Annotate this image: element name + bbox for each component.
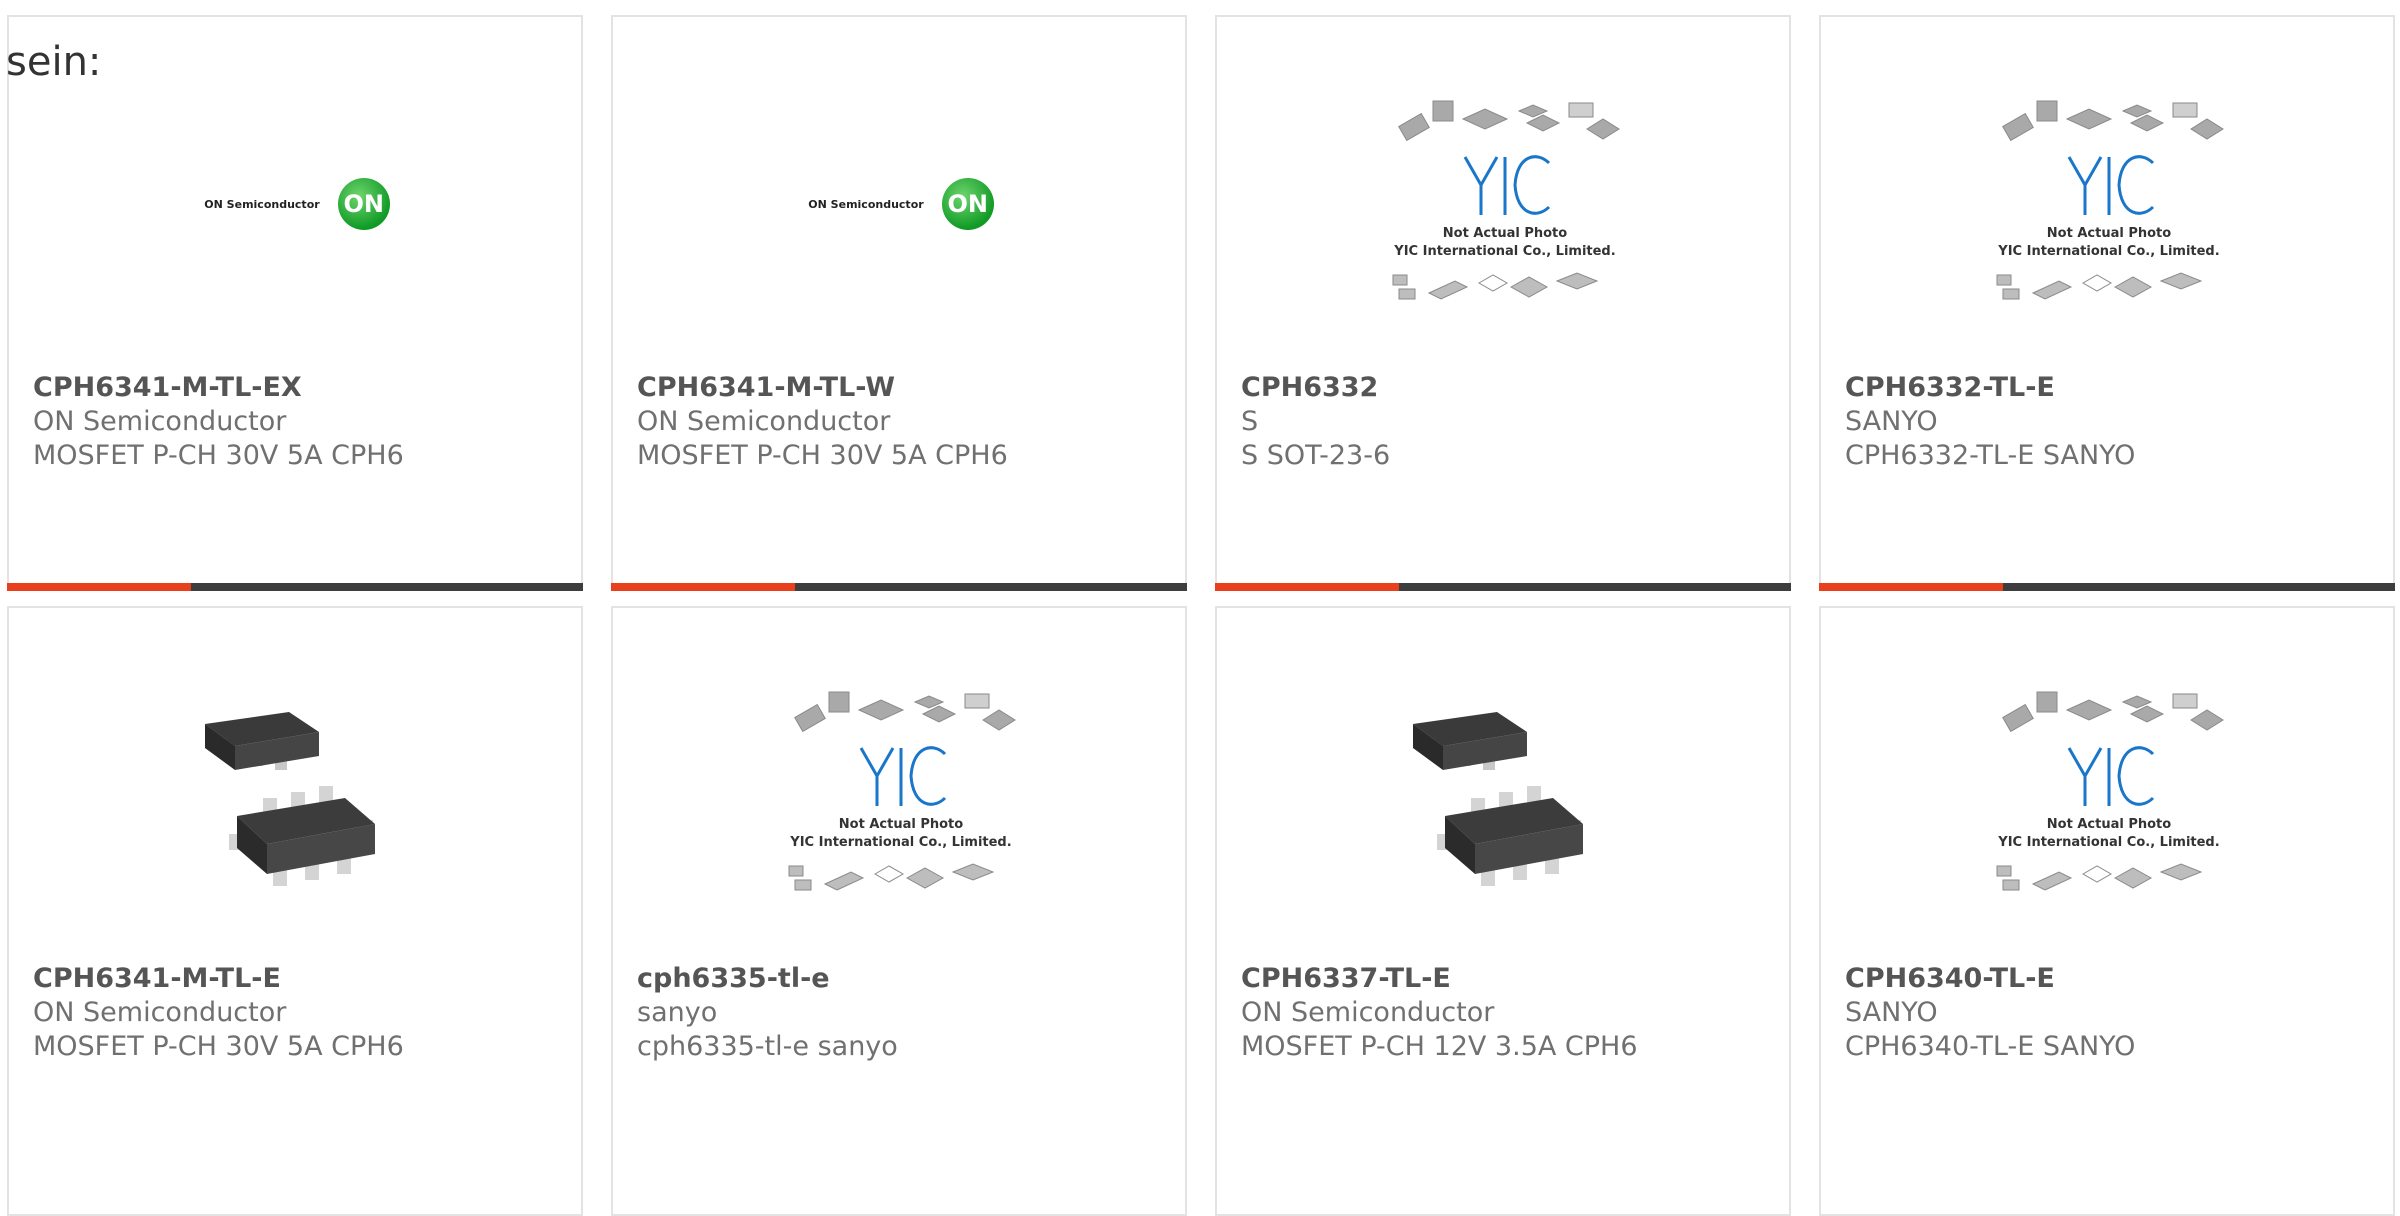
- product-description: S SOT-23-6: [1241, 440, 1391, 471]
- product-image[interactable]: ON Semiconductor ON: [773, 97, 1029, 311]
- card-progress-bar: [7, 583, 583, 591]
- product-card[interactable]: ON Semiconductor ON CPH6341-M-TL-W ON Se…: [611, 15, 1187, 591]
- product-part-number[interactable]: CPH6332-TL-E: [1845, 371, 2055, 405]
- product-part-number[interactable]: CPH6341-M-TL-E: [33, 962, 281, 996]
- product-image[interactable]: [169, 688, 425, 902]
- product-manufacturer: SANYO: [1845, 406, 1938, 437]
- product-description: MOSFET P-CH 30V 5A CPH6: [637, 440, 1008, 471]
- product-manufacturer: sanyo: [637, 997, 718, 1028]
- yic-placeholder-image: Not Actual Photo YIC International Co., …: [1392, 100, 1620, 300]
- product-image[interactable]: Not Actual Photo YIC International Co., …: [1981, 688, 2237, 902]
- product-image[interactable]: Not Actual Photo YIC International Co., …: [773, 688, 1029, 902]
- product-part-number[interactable]: CPH6341-M-TL-EX: [33, 371, 302, 405]
- product-card[interactable]: CPH6337-TL-E ON Semiconductor MOSFET P-C…: [1215, 606, 1791, 1216]
- card-progress-bar: [1215, 583, 1791, 591]
- product-card[interactable]: CPH6341-M-TL-E ON Semiconductor MOSFET P…: [7, 606, 583, 1216]
- product-card[interactable]: Not Actual Photo YIC International Co., …: [611, 606, 1187, 1216]
- photo-caption-line1: Not Actual Photo: [1443, 226, 1567, 241]
- product-manufacturer: ON Semiconductor: [1241, 997, 1495, 1028]
- yic-placeholder-image: Not Actual Photo YIC International Co., …: [788, 691, 1016, 891]
- product-manufacturer: ON Semiconductor: [33, 406, 287, 437]
- sot-chip-photo: [1413, 712, 1583, 886]
- product-part-number[interactable]: CPH6332: [1241, 371, 1378, 405]
- sot-chip-photo: [205, 712, 375, 886]
- yic-placeholder-image: Not Actual Photo YIC International Co., …: [1996, 691, 2224, 891]
- photo-caption-line2: YIC International Co., Limited.: [1997, 244, 2219, 259]
- product-part-number[interactable]: CPH6337-TL-E: [1241, 962, 1451, 996]
- product-image[interactable]: Not Actual Photo YIC International Co., …: [1377, 97, 1633, 311]
- product-manufacturer: ON Semiconductor: [637, 406, 891, 437]
- product-card[interactable]: ON Semiconductor ON CPH6341-M-TL-EX ON S…: [7, 15, 583, 591]
- product-part-number[interactable]: cph6335-tl-e: [637, 962, 830, 996]
- on-semiconductor-logo: ON Semiconductor ON: [773, 97, 1029, 311]
- product-description: cph6335-tl-e sanyo: [637, 1031, 898, 1062]
- photo-caption-line1: Not Actual Photo: [2047, 226, 2171, 241]
- product-manufacturer: ON Semiconductor: [33, 997, 287, 1028]
- card-progress-bar: [1819, 583, 2395, 591]
- photo-caption-line2: YIC International Co., Limited.: [1393, 244, 1615, 259]
- photo-caption-line1: Not Actual Photo: [2047, 817, 2171, 832]
- product-description: MOSFET P-CH 12V 3.5A CPH6: [1241, 1031, 1638, 1062]
- card-progress-bar: [611, 583, 1187, 591]
- product-description: CPH6340-TL-E SANYO: [1845, 1031, 2136, 1062]
- photo-caption-line2: YIC International Co., Limited.: [1997, 835, 2219, 850]
- product-manufacturer: SANYO: [1845, 997, 1938, 1028]
- photo-caption-line2: YIC International Co., Limited.: [789, 835, 1011, 850]
- product-manufacturer: S: [1241, 406, 1259, 437]
- intro-text: sein:: [6, 39, 102, 85]
- product-card[interactable]: Not Actual Photo YIC International Co., …: [1215, 15, 1791, 591]
- product-part-number[interactable]: CPH6340-TL-E: [1845, 962, 2055, 996]
- product-description: MOSFET P-CH 30V 5A CPH6: [33, 1031, 404, 1062]
- yic-placeholder-image: Not Actual Photo YIC International Co., …: [1996, 100, 2224, 300]
- product-card[interactable]: Not Actual Photo YIC International Co., …: [1819, 606, 2395, 1216]
- on-semiconductor-logo: ON Semiconductor ON: [169, 97, 425, 311]
- product-card[interactable]: Not Actual Photo YIC International Co., …: [1819, 15, 2395, 591]
- product-image[interactable]: Not Actual Photo YIC International Co., …: [1981, 97, 2237, 311]
- product-image[interactable]: ON Semiconductor ON: [169, 97, 425, 311]
- photo-caption-line1: Not Actual Photo: [839, 817, 963, 832]
- product-description: CPH6332-TL-E SANYO: [1845, 440, 2136, 471]
- product-description: MOSFET P-CH 30V 5A CPH6: [33, 440, 404, 471]
- product-image[interactable]: [1377, 688, 1633, 902]
- product-part-number[interactable]: CPH6341-M-TL-W: [637, 371, 895, 405]
